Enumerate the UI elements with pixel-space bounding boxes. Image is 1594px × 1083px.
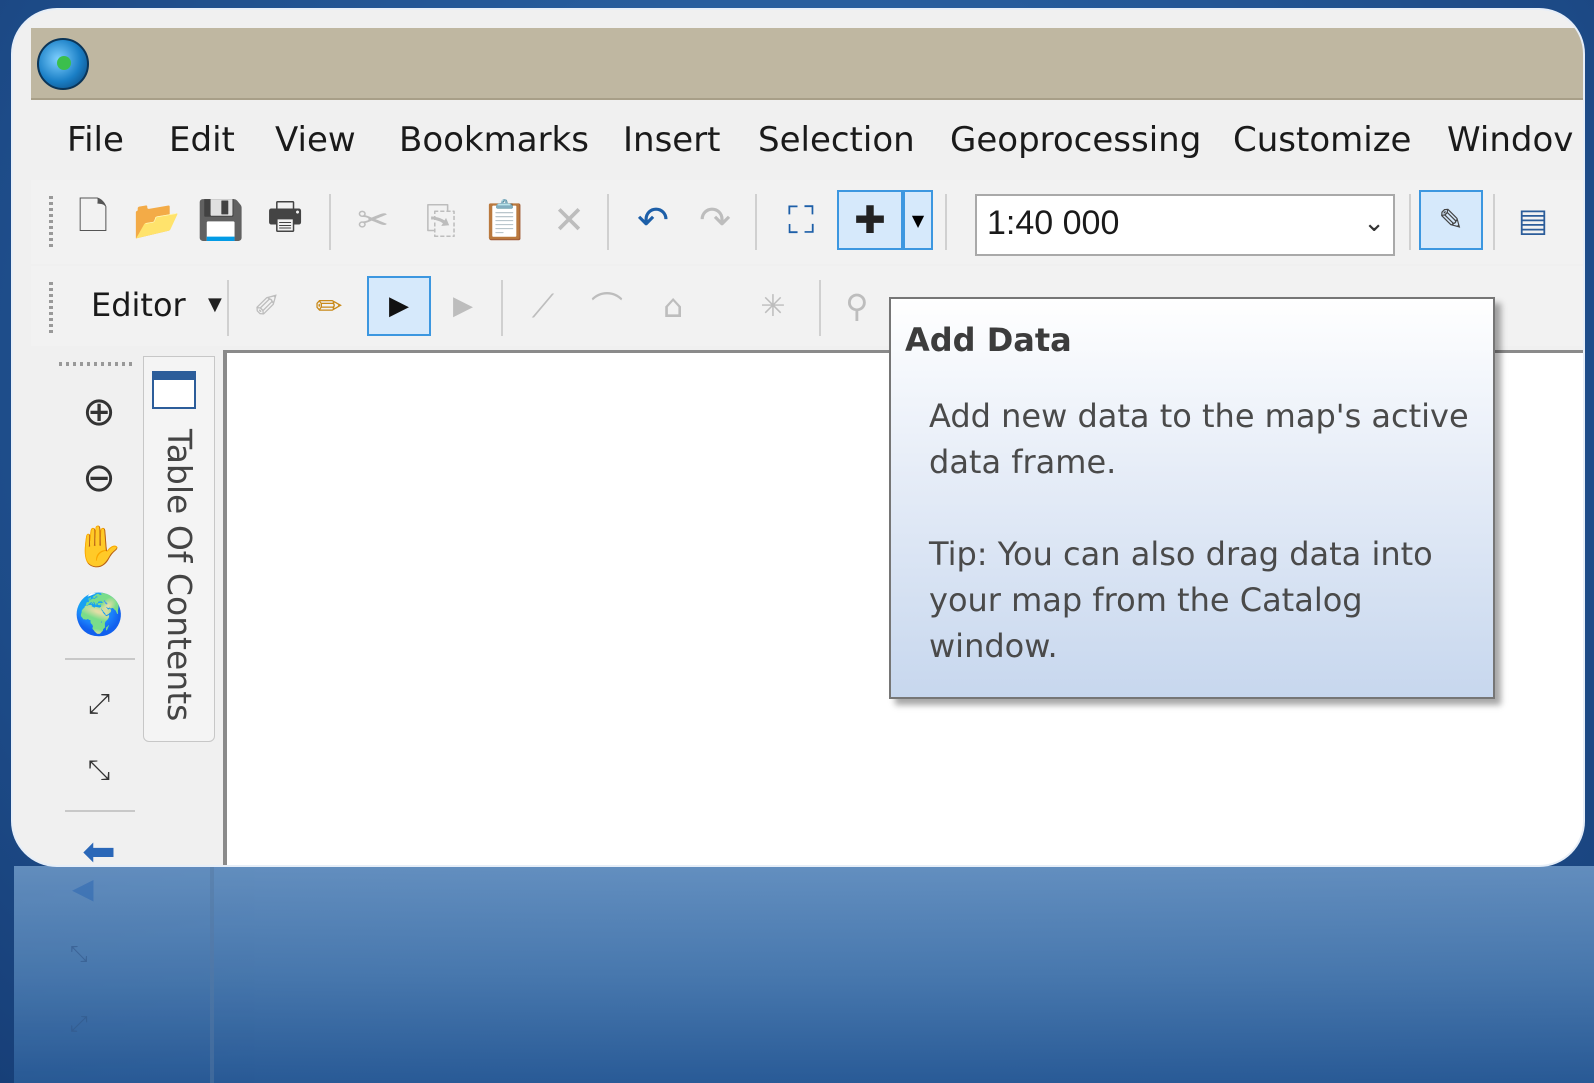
trace-icon[interactable]: ⌂ [645, 276, 701, 336]
toolbar-separator [1493, 194, 1495, 250]
add-data-dropdown-icon[interactable]: ▼ [903, 190, 933, 250]
add-data-button[interactable]: ✚ [837, 190, 903, 250]
tooltip-tip: Tip: You can also drag data into your ma… [929, 535, 1433, 665]
tooltip-title: Add Data [905, 321, 1072, 359]
fixed-zoom-out-icon[interactable]: ⤡ [69, 740, 129, 800]
menu-file[interactable]: File [67, 120, 124, 160]
toolbar-separator [945, 194, 947, 250]
tools-toolbar: ⊕ ⊖ ✋ 🌍 ⤢ ⤡ ⬅ [49, 356, 141, 865]
midpoint-icon[interactable]: ✳ [745, 276, 801, 336]
map-scale-combobox[interactable]: 1:40 000 ⌄ [975, 194, 1395, 256]
menu-bookmarks[interactable]: Bookmarks [399, 120, 589, 160]
new-document-icon[interactable]: 🗋 [65, 190, 121, 250]
save-icon[interactable]: 💾 [193, 190, 249, 250]
zoom-out-icon[interactable]: ⊖ [69, 448, 129, 508]
menu-geoprocessing[interactable]: Geoprocessing [950, 120, 1201, 160]
fixed-zoom-icon-reflection: ⤢ [70, 1012, 88, 1037]
map-scale-value: 1:40 000 [987, 204, 1120, 242]
menu-view[interactable]: View [275, 120, 356, 160]
standard-toolbar: 🗋 📂 💾 🖶 ✂ ⎘ 📋 ✕ ↶ ↷ ⛶ ✚ ▼ 1:40 000 ⌄ ✎ ▤ [31, 180, 1583, 264]
edit-vertices-icon[interactable]: ✐ [239, 276, 295, 336]
menu-customize[interactable]: Customize [1233, 120, 1411, 160]
paste-icon[interactable]: 📋 [477, 190, 533, 250]
delete-icon[interactable]: ✕ [541, 190, 597, 250]
editor-dropdown-icon[interactable]: ▼ [208, 294, 222, 315]
select-pointer-icon[interactable]: ▶ [367, 276, 431, 336]
toolbar-grip[interactable] [59, 362, 133, 366]
redo-icon[interactable]: ↷ [687, 190, 743, 250]
fixed-zoom-in-icon[interactable]: ⤢ [69, 674, 129, 734]
table-of-contents-label: Table Of Contents [160, 429, 199, 722]
title-bar [31, 28, 1583, 100]
zoom-in-icon[interactable]: ⊕ [69, 382, 129, 442]
pan-icon[interactable]: ✋ [69, 516, 129, 576]
toolbar-grip[interactable] [49, 282, 53, 336]
tooltip-description: Add new data to the map's active data fr… [929, 397, 1469, 481]
toolbar-grip[interactable] [49, 196, 53, 250]
toolbar-separator [65, 810, 135, 812]
straight-segment-icon[interactable]: ⟋ [515, 276, 571, 336]
map-frame-reflection [210, 866, 214, 1083]
arc-segment-icon[interactable]: ⌒ [579, 276, 635, 336]
edit-annotation-icon[interactable]: ▶ [435, 276, 491, 336]
menu-selection[interactable]: Selection [758, 120, 915, 160]
arcmap-app-icon[interactable] [37, 38, 89, 90]
window-reflection: ◀ ⤡ ⤢ [14, 866, 1594, 1083]
undo-icon[interactable]: ↶ [625, 190, 681, 250]
toolbar-separator [501, 280, 503, 336]
toolbar-separator [227, 280, 229, 336]
menu-windows[interactable]: Windov [1447, 120, 1573, 160]
toolbar-separator [755, 194, 757, 250]
toolbar-separator [819, 280, 821, 336]
copy-icon[interactable]: ⎘ [413, 190, 469, 250]
cut-icon[interactable]: ✂ [345, 190, 401, 250]
back-arrow-icon-reflection: ◀ [72, 872, 94, 905]
table-of-contents-tab[interactable]: Table Of Contents [143, 356, 215, 742]
arcmap-window: File Edit View Bookmarks Insert Selectio… [13, 10, 1583, 865]
menu-bar: File Edit View Bookmarks Insert Selectio… [31, 102, 1583, 178]
open-folder-icon[interactable]: 📂 [129, 190, 185, 250]
table-of-contents-icon[interactable]: ▤ [1505, 190, 1561, 250]
table-of-contents-icon [152, 371, 196, 409]
print-icon[interactable]: 🖶 [257, 190, 313, 250]
chevron-down-icon[interactable]: ⌄ [1363, 208, 1385, 238]
toolbar-separator [1409, 194, 1411, 250]
full-extent-icon-reflection: ⤡ [70, 942, 88, 967]
add-data-tooltip: Add Data Add new data to the map's activ… [889, 297, 1495, 699]
edit-tool-icon[interactable]: ✏ [301, 276, 357, 336]
menu-insert[interactable]: Insert [623, 120, 721, 160]
full-extent-icon[interactable]: ⛶ [773, 190, 829, 250]
editor-menu-label[interactable]: Editor [91, 286, 186, 324]
toolbar-separator [607, 194, 609, 250]
snapping-icon[interactable]: ⚲ [829, 276, 885, 336]
editor-toolbar-icon[interactable]: ✎ [1419, 190, 1483, 250]
menu-edit[interactable]: Edit [169, 120, 235, 160]
toolbar-separator [65, 658, 135, 660]
go-back-icon[interactable]: ⬅ [69, 822, 129, 865]
full-extent-globe-icon[interactable]: 🌍 [69, 584, 129, 644]
toolbar-separator [329, 194, 331, 250]
